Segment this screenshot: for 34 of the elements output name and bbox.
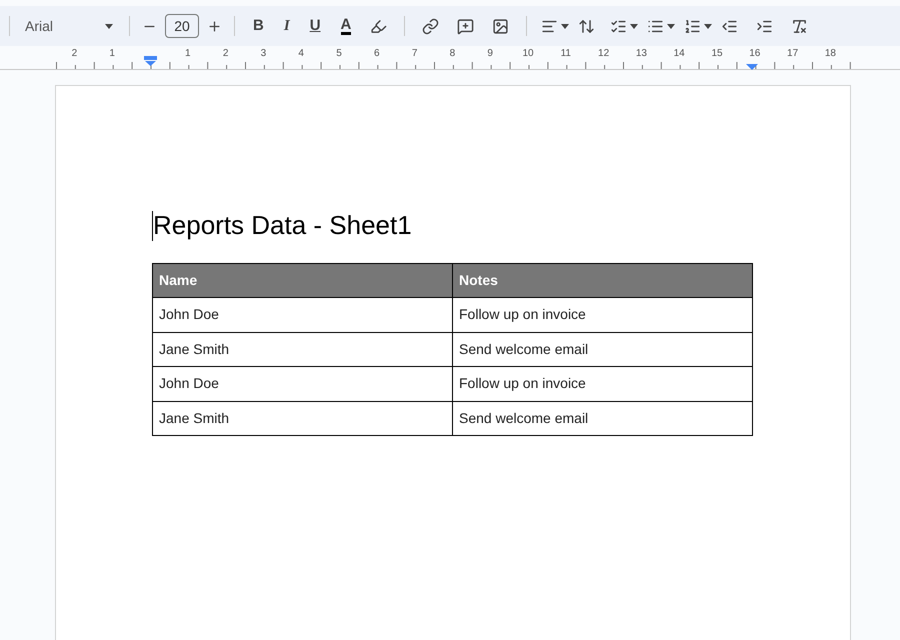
- image-icon[interactable]: [492, 18, 510, 34]
- dropdown-caret-icon[interactable]: [561, 24, 570, 28]
- link-icon[interactable]: [422, 18, 440, 34]
- underline-button[interactable]: U: [310, 14, 321, 38]
- dropdown-caret-icon[interactable]: [105, 24, 113, 28]
- table-cell: Send welcome email: [452, 401, 752, 436]
- document-title: Reports Data - Sheet1: [153, 209, 412, 242]
- table-cell: Follow up on invoice: [452, 298, 752, 332]
- bold-button[interactable]: B: [253, 14, 264, 38]
- clear-formatting-icon[interactable]: [791, 18, 808, 34]
- left-indent-marker-icon[interactable]: [144, 56, 157, 66]
- font-size-field[interactable]: 20: [165, 14, 199, 38]
- italic-button[interactable]: I: [284, 14, 290, 38]
- column-header: Name: [152, 264, 452, 298]
- table-cell: Jane Smith: [152, 401, 452, 436]
- dropdown-caret-icon[interactable]: [667, 24, 676, 28]
- right-indent-marker-icon[interactable]: [746, 64, 758, 70]
- numbered-list-icon[interactable]: [684, 18, 702, 34]
- line-spacing-icon[interactable]: [578, 18, 596, 34]
- text-color-button[interactable]: A: [340, 18, 352, 34]
- table-cell: Send welcome email: [452, 332, 752, 366]
- font-dropdown[interactable]: Arial: [25, 16, 113, 36]
- table-cell: John Doe: [152, 298, 452, 332]
- dropdown-caret-icon[interactable]: [704, 24, 712, 28]
- increase-font-size-icon[interactable]: [207, 18, 222, 34]
- column-header: Notes: [452, 264, 752, 298]
- ruler-number: 2: [72, 47, 78, 61]
- table-cell: Jane Smith: [152, 332, 452, 366]
- dropdown-caret-icon[interactable]: [630, 24, 638, 28]
- table-cell: John Doe: [152, 366, 452, 401]
- highlighter-icon[interactable]: [370, 18, 388, 34]
- add-comment-icon[interactable]: [457, 18, 474, 34]
- table-cell: Follow up on invoice: [452, 366, 752, 401]
- ruler-number: 1: [109, 47, 115, 61]
